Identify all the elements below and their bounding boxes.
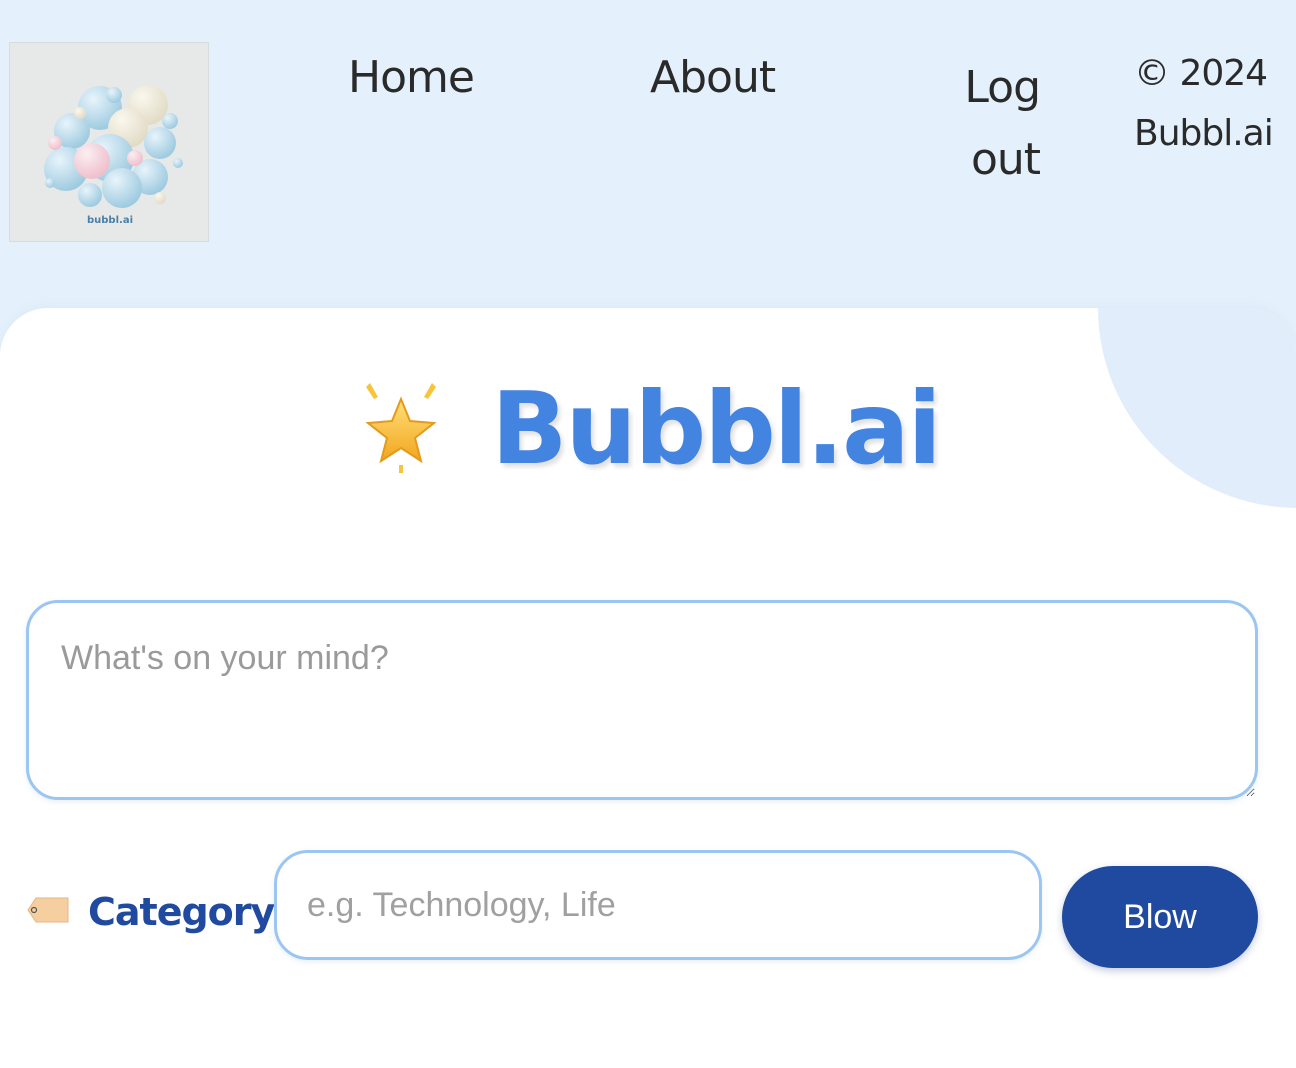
glowing-star-icon	[356, 381, 446, 477]
category-label: Category	[26, 882, 275, 942]
nav-about-link[interactable]: About	[650, 52, 776, 103]
bubbles-logo-icon	[44, 85, 183, 208]
main-card: Bubbl.ai Category Blow	[0, 308, 1296, 1068]
category-input[interactable]	[274, 850, 1042, 960]
category-label-text: Category	[88, 890, 275, 934]
thought-input[interactable]	[26, 600, 1258, 800]
blow-button[interactable]: Blow	[1062, 866, 1258, 968]
brand-title: Bubbl.ai	[491, 370, 942, 487]
tag-icon	[26, 896, 70, 928]
logo[interactable]: bubbl.ai	[9, 42, 209, 242]
category-row: Category Blow	[26, 850, 1266, 970]
brand-heading: Bubbl.ai	[0, 370, 1296, 487]
nav-home-link[interactable]: Home	[348, 52, 475, 103]
copyright-brand: Bubbl.ai	[1134, 113, 1274, 154]
copyright: © 2024 Bubbl.ai	[1134, 44, 1284, 164]
header: bubbl.ai Home About Log out © 2024 Bubbl…	[0, 0, 1296, 310]
logo-text: bubbl.ai	[87, 215, 133, 226]
nav-logout-link[interactable]: Log out	[920, 52, 1041, 196]
copyright-year: © 2024	[1134, 53, 1268, 94]
